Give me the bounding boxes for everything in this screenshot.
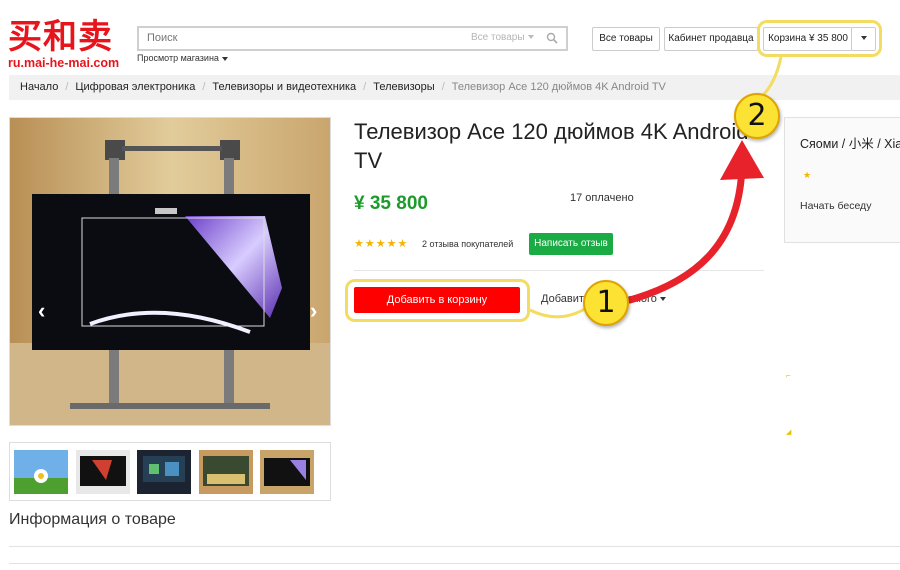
paid-count: 17 оплачено [570,192,634,204]
tv-photo [10,118,330,425]
callout-badge-2: 2 [734,93,780,139]
seller-panel: Сяоми / 小米 / Xiaomi ★ Начать беседу [784,117,900,243]
product-price: ¥ 35 800 [354,193,428,214]
chevron-down-icon [659,297,666,302]
search-input[interactable] [147,32,447,44]
chevron-down-icon [527,35,534,40]
rating-stars: ★★★★★ [354,238,409,250]
chevron-down-icon [221,56,228,61]
thumbnail[interactable] [76,450,130,494]
divider [354,270,764,271]
thumbnail[interactable] [260,450,314,494]
add-to-cart-highlight-frame [345,279,530,322]
divider [9,546,900,547]
product-title: Телевизор Ace 120 дюймов 4K Android TV [354,119,749,173]
search-box[interactable]: Все товары [137,26,568,51]
logo-chinese-text: 买和卖 [8,17,113,57]
search-category-select[interactable]: Все товары [471,32,534,43]
breadcrumb-separator: / [202,81,206,93]
seller-rating-star: ★ [803,170,812,180]
store-view-dropdown[interactable]: Просмотр магазина [137,53,228,63]
search-icon[interactable] [546,32,558,44]
decorative-mark: ◢ [786,429,792,436]
chevron-right-icon[interactable]: › [310,298,317,324]
reviews-link[interactable]: 2 отзыва покупателей [422,239,513,249]
logo-url: ru.mai-he-mai.com [8,56,120,70]
thumbnail[interactable] [137,450,191,494]
all-goods-button[interactable]: Все товары [592,27,660,51]
write-review-button[interactable]: Написать отзыв [529,233,613,255]
breadcrumb-link[interactable]: Начало [20,81,58,93]
product-info-heading: Информация о товаре [9,511,176,528]
seller-name[interactable]: Сяоми / 小米 / Xiaomi [800,133,900,152]
seller-cabinet-button[interactable]: Кабинет продавца [664,27,758,51]
thumbnail[interactable] [199,450,253,494]
store-view-label: Просмотр магазина [137,53,219,63]
breadcrumb-link[interactable]: Телевизоры [373,81,434,93]
search-category-label: Все товары [471,32,525,43]
breadcrumb-separator: / [65,81,69,93]
red-arrow [626,161,746,304]
thumbnail-strip [9,442,331,501]
breadcrumb-current: Телевизор Ace 120 дюймов 4K Android TV [451,81,666,93]
callout-badge-1: 1 [583,280,629,326]
start-chat-link[interactable]: Начать беседу [800,200,871,212]
thumbnail[interactable] [14,450,68,494]
breadcrumb-link[interactable]: Телевизоры и видеотехника [212,81,356,93]
divider [9,563,900,564]
cart-highlight-frame [757,20,882,57]
breadcrumb-separator: / [441,81,445,93]
decorative-mark: ⌐ [786,371,791,380]
product-main-image[interactable]: ‹ › [9,117,331,426]
breadcrumb-separator: / [363,81,367,93]
breadcrumb-link[interactable]: Цифровая электроника [75,81,195,93]
site-logo[interactable]: 买和卖 ru.mai-he-mai.com [8,20,133,70]
chevron-left-icon[interactable]: ‹ [38,298,45,324]
